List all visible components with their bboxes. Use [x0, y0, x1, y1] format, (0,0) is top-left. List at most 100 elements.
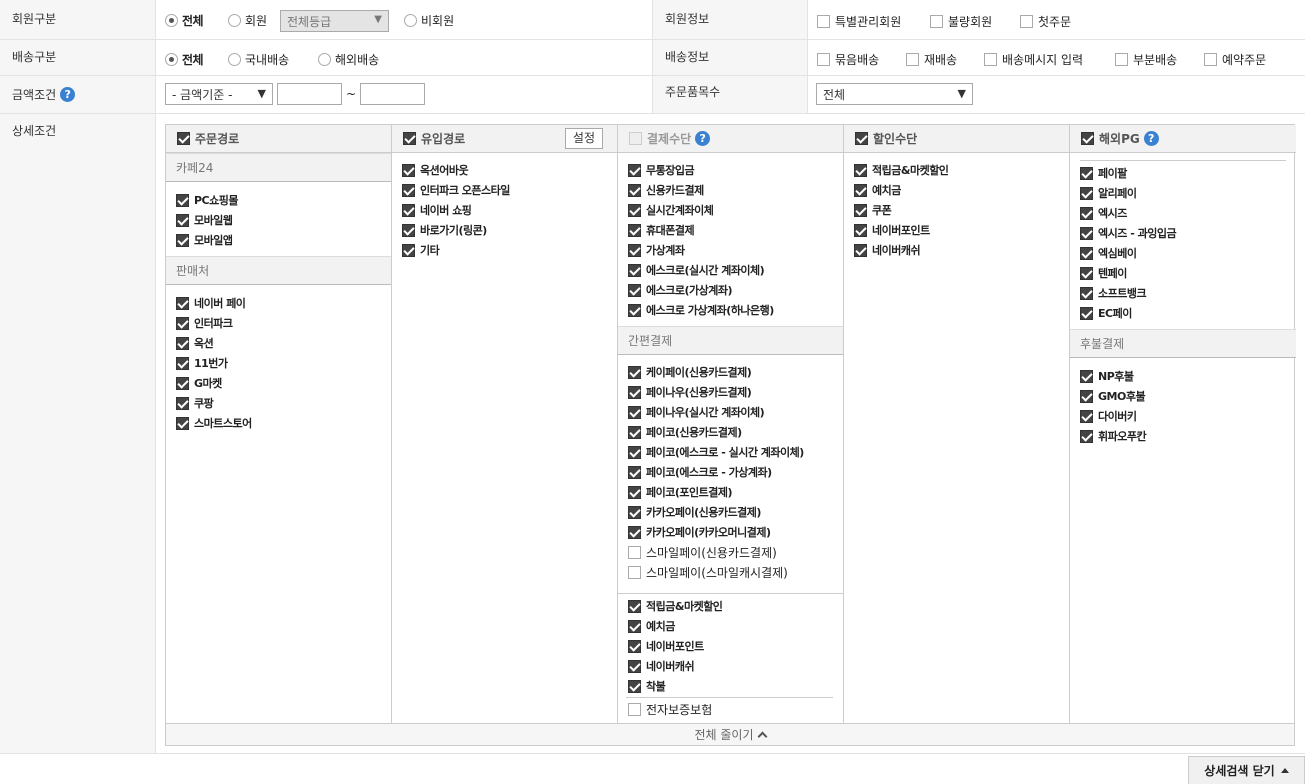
- checkbox-option[interactable]: 엑심베이: [1080, 245, 1137, 261]
- amount-tilde: ~: [346, 87, 357, 101]
- shipping-opt-all[interactable]: 전체: [165, 51, 204, 68]
- checkbox-option[interactable]: 네이버포인트: [854, 222, 930, 238]
- checkbox-option[interactable]: 스마트스토어: [176, 415, 252, 431]
- checkbox-option[interactable]: 에스크로(가상계좌): [628, 282, 733, 298]
- ship-info-partial[interactable]: 부분배송: [1115, 51, 1177, 68]
- checkbox-option[interactable]: 네이버 페이: [176, 295, 246, 311]
- checkbox-option[interactable]: 인터파크: [176, 315, 233, 331]
- checkbox-option[interactable]: 케이페이(신용카드결제): [628, 364, 752, 380]
- checkbox-option[interactable]: 텐페이: [1080, 265, 1127, 281]
- help-icon[interactable]: ?: [695, 131, 711, 146]
- member-info-first[interactable]: 첫주문: [1020, 13, 1071, 30]
- checkbox-option[interactable]: 옥션어바웃: [402, 162, 469, 178]
- checkbox-option[interactable]: PC쇼핑몰: [176, 192, 239, 208]
- checkbox-option[interactable]: 카카오페이(신용카드결제): [628, 504, 761, 520]
- checkbox-label: 엑시즈: [1098, 207, 1127, 220]
- order-path-head[interactable]: 주문경로: [166, 125, 391, 153]
- checkbox-option[interactable]: 휴대폰결제: [628, 222, 695, 238]
- checkbox-option[interactable]: 페이코(에스크로 - 가상계좌): [628, 464, 772, 480]
- checkbox-option[interactable]: G마켓: [176, 375, 222, 391]
- checkbox-option[interactable]: 적립금&마켓할인: [854, 162, 949, 178]
- checkbox-label: 무통장입금: [646, 164, 695, 177]
- checkbox-option[interactable]: 페이나우(신용카드결제): [628, 384, 752, 400]
- checkbox-option[interactable]: 가상계좌: [628, 242, 685, 258]
- checkbox-option[interactable]: 네이버캐쉬: [628, 658, 695, 674]
- checkbox-option[interactable]: GMO후불: [1080, 388, 1146, 404]
- shipping-opt-domestic[interactable]: 국내배송: [228, 51, 289, 68]
- checkbox-option[interactable]: 네이버포인트: [628, 638, 704, 654]
- checkbox-label: 다이버키: [1098, 410, 1137, 423]
- checkbox-label: 네이버캐쉬: [872, 244, 921, 257]
- checkbox-option[interactable]: 실시간계좌이체: [628, 202, 714, 218]
- checkbox-option[interactable]: 카카오페이(카카오머니결제): [628, 524, 771, 540]
- checkbox-option[interactable]: 모바일앱: [176, 232, 233, 248]
- checkbox-label: 페이나우(실시간 계좌이체): [646, 406, 765, 419]
- inflow-head[interactable]: 유입경로 설정: [392, 125, 617, 153]
- checkbox-option[interactable]: 페이팔: [1080, 165, 1127, 181]
- close-detail-search-button[interactable]: 상세검색 닫기: [1188, 756, 1305, 784]
- discount-head[interactable]: 할인수단: [844, 125, 1069, 153]
- checkbox-icon: [628, 639, 641, 653]
- checkbox-option[interactable]: EC페이: [1080, 305, 1132, 321]
- checkbox-option[interactable]: 기타: [402, 242, 440, 258]
- checkbox-option[interactable]: 페이코(에스크로 - 실시간 계좌이체): [628, 444, 804, 460]
- shipping-opt-overseas[interactable]: 해외배송: [318, 51, 379, 68]
- checkbox-option[interactable]: 네이버캐쉬: [854, 242, 921, 258]
- checkbox-option[interactable]: 알리페이: [1080, 185, 1137, 201]
- checkbox-icon: [628, 546, 641, 559]
- checkbox-option[interactable]: 모바일웹: [176, 212, 233, 228]
- payment-head[interactable]: 결제수단?: [618, 125, 843, 153]
- checkbox-label: 페이코(에스크로 - 가상계좌): [646, 466, 772, 479]
- checkbox-option[interactable]: 에스크로 가상계좌(하나은행): [628, 302, 774, 318]
- shipping-row: 배송구분 전체 국내배송 해외배송 배송정보 묶음배송 재배송 배송메시지 입력…: [0, 40, 1305, 76]
- checkbox-option[interactable]: 에스크로(실시간 계좌이체): [628, 262, 765, 278]
- checkbox-option[interactable]: 페이나우(실시간 계좌이체): [628, 404, 765, 420]
- item-count-select[interactable]: 전체 ▼: [816, 83, 973, 105]
- amount-max-input[interactable]: [360, 83, 425, 105]
- help-icon[interactable]: ?: [1143, 131, 1159, 146]
- collapse-all-bar[interactable]: 전체 줄이기: [165, 724, 1295, 746]
- help-icon[interactable]: ?: [60, 87, 76, 102]
- checkbox-option[interactable]: 쿠팡: [176, 395, 214, 411]
- checkbox-option[interactable]: 인터파크 오픈스타일: [402, 182, 510, 198]
- member-grade-select[interactable]: 전체등급 ▼: [280, 10, 389, 32]
- checkbox-option[interactable]: 네이버 쇼핑: [402, 202, 472, 218]
- checkbox-option[interactable]: 휘파오푸칸: [1080, 428, 1147, 444]
- checkbox-icon: [176, 233, 189, 247]
- checkbox-icon: [854, 163, 867, 177]
- member-opt-all[interactable]: 전체: [165, 12, 204, 29]
- checkbox-option[interactable]: 예치금: [854, 182, 901, 198]
- inflow-settings-button[interactable]: 설정: [564, 128, 603, 149]
- checkbox-option[interactable]: 바로가기(링콘): [402, 222, 487, 238]
- checkbox-option[interactable]: 엑시즈: [1080, 205, 1127, 221]
- checkbox-option[interactable]: NP후불: [1080, 368, 1134, 384]
- checkbox-option[interactable]: 착불: [628, 678, 666, 694]
- ship-info-bundle[interactable]: 묶음배송: [817, 51, 879, 68]
- overseas-pg-head[interactable]: 해외PG?: [1070, 125, 1296, 153]
- member-info-special[interactable]: 특별관리회원: [817, 13, 901, 30]
- checkbox-option[interactable]: 스마일페이(스마일캐시결제): [628, 564, 788, 581]
- checkbox-option[interactable]: 페이코(포인트결제): [628, 484, 733, 500]
- ship-info-reship[interactable]: 재배송: [906, 51, 957, 68]
- member-opt-guest[interactable]: 비회원: [404, 12, 454, 29]
- member-info-bad[interactable]: 불량회원: [930, 13, 992, 30]
- checkbox-option[interactable]: 엑시즈 - 과잉입금: [1080, 225, 1177, 241]
- checkbox-option[interactable]: 신용카드결제: [628, 182, 704, 198]
- checkbox-option[interactable]: 페이코(신용카드결제): [628, 424, 742, 440]
- checkbox-option[interactable]: 다이버키: [1080, 408, 1137, 424]
- ship-info-reserve[interactable]: 예약주문: [1204, 51, 1266, 68]
- checkbox-option[interactable]: 예치금: [628, 618, 675, 634]
- checkbox-option[interactable]: 옥션: [176, 335, 214, 351]
- checkbox-option[interactable]: 쿠폰: [854, 202, 892, 218]
- checkbox-option[interactable]: 전자보증보험: [628, 701, 712, 718]
- ship-info-message[interactable]: 배송메시지 입력: [984, 51, 1083, 68]
- checkbox-option[interactable]: 소프트뱅크: [1080, 285, 1147, 301]
- checkbox-option[interactable]: 무통장입금: [628, 162, 695, 178]
- member-opt-member[interactable]: 회원: [228, 12, 267, 29]
- checkbox-label: 착불: [646, 680, 666, 693]
- checkbox-option[interactable]: 스마일페이(신용카드결제): [628, 544, 777, 561]
- checkbox-option[interactable]: 11번가: [176, 355, 228, 371]
- checkbox-option[interactable]: 적립금&마켓할인: [628, 598, 723, 614]
- amount-min-input[interactable]: [277, 83, 342, 105]
- amount-basis-select[interactable]: - 금액기준 - ▼: [165, 83, 273, 105]
